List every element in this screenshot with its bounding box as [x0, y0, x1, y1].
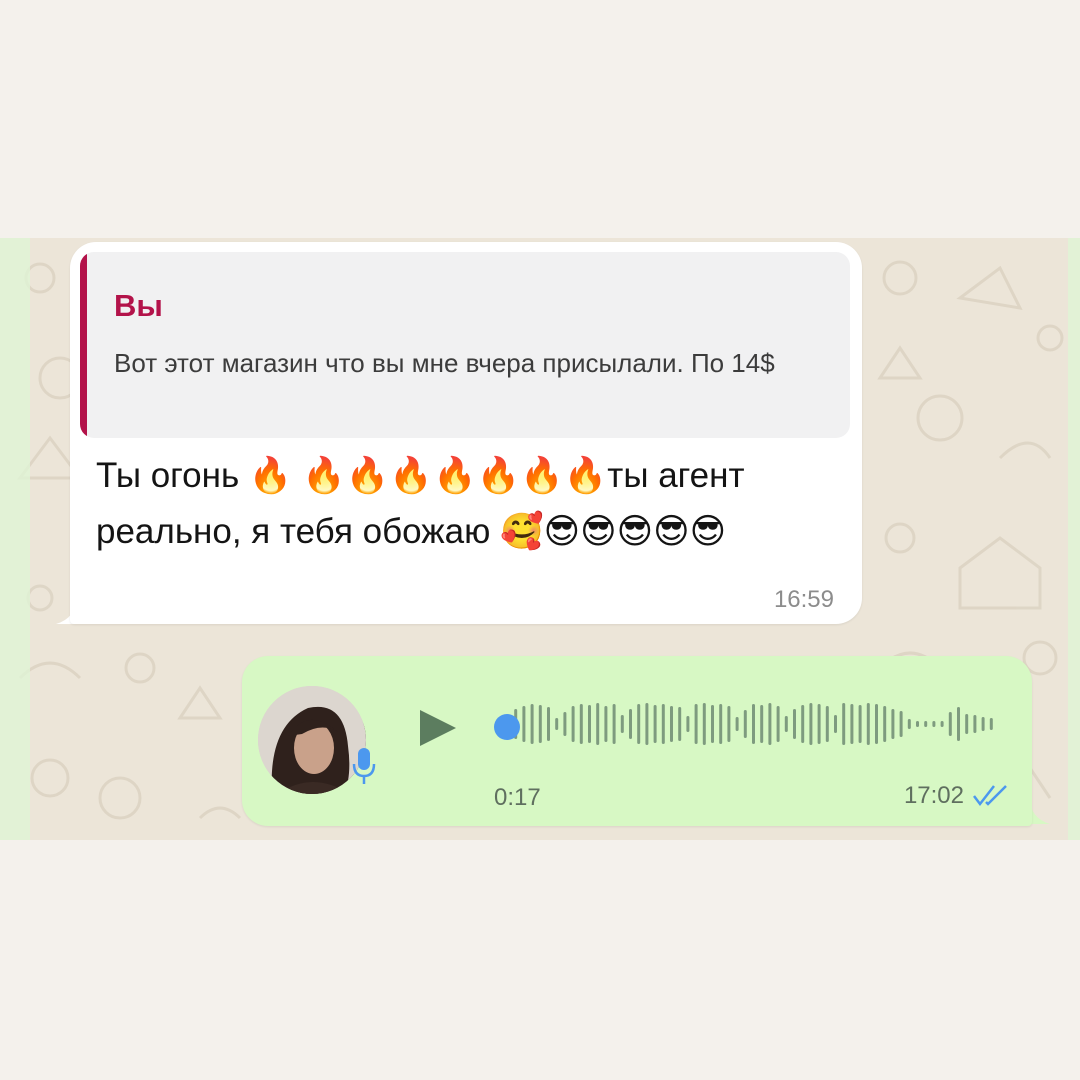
- message-time: 16:59: [773, 586, 834, 613]
- waveform-bar: [711, 705, 714, 743]
- waveform-bar: [866, 703, 870, 745]
- playback-progress-handle[interactable]: [494, 714, 520, 740]
- waveform-bar: [875, 704, 878, 744]
- waveform-bar: [899, 711, 903, 737]
- waveform-bar: [612, 704, 616, 744]
- left-edge: [0, 238, 30, 840]
- voice-message[interactable]: 0:17 17:02: [242, 656, 1032, 826]
- waveform-bar: [776, 706, 780, 742]
- chat-background: Вы Вот этот магазин что вы мне вчера при…: [0, 238, 1080, 840]
- waveform-bar: [834, 715, 837, 733]
- waveform-bar: [530, 704, 534, 744]
- waveform-bar: [694, 704, 698, 744]
- waveform-bar: [752, 704, 755, 744]
- waveform-bar: [842, 703, 846, 745]
- waveform-bar: [702, 703, 706, 745]
- waveform-bar: [538, 705, 542, 743]
- message-time-outgoing: 17:02: [903, 782, 964, 809]
- waveform-bar: [989, 718, 993, 730]
- waveform-bar: [907, 719, 911, 729]
- waveform-bar: [719, 704, 723, 744]
- waveform-bar: [850, 704, 854, 744]
- waveform-bar: [817, 704, 821, 744]
- waveform-bar: [809, 703, 813, 745]
- waveform-bar: [653, 705, 657, 743]
- waveform-bar: [563, 712, 567, 736]
- waveform-bar: [932, 721, 936, 727]
- waveform-bar: [686, 716, 690, 732]
- waveform-bar: [670, 706, 673, 742]
- quote-author: Вы: [114, 288, 163, 323]
- waveform-bar: [637, 704, 641, 744]
- play-icon[interactable]: [418, 708, 458, 748]
- waveform-bar: [916, 721, 919, 727]
- voice-duration: 0:17: [494, 784, 541, 811]
- waveform-bar: [588, 705, 591, 743]
- quote-accent-bar: [80, 252, 87, 438]
- waveform-bar: [735, 717, 739, 731]
- sender-avatar[interactable]: [258, 686, 366, 794]
- waveform-bar: [858, 705, 862, 743]
- waveform-bar: [948, 712, 952, 736]
- avatar-photo: [258, 686, 366, 794]
- waveform-bar: [727, 706, 731, 742]
- waveform-bar: [965, 714, 969, 734]
- waveform-bar: [760, 705, 764, 743]
- voice-waveform[interactable]: [494, 694, 994, 754]
- waveform-bar: [522, 706, 526, 742]
- waveform-bar: [678, 707, 682, 741]
- double-check-icon: [973, 785, 1007, 807]
- waveform-bar: [784, 716, 788, 732]
- quoted-message[interactable]: Вы Вот этот магазин что вы мне вчера при…: [80, 252, 850, 438]
- microphone-icon: [352, 748, 376, 784]
- message-text: Ты огонь 🔥 🔥🔥🔥🔥🔥🔥🔥ты агент реально, я те…: [96, 456, 745, 551]
- waveform-bar: [629, 709, 632, 739]
- incoming-message[interactable]: Вы Вот этот магазин что вы мне вчера при…: [70, 242, 862, 624]
- waveform-bar: [604, 706, 608, 742]
- right-edge: [1068, 238, 1080, 840]
- waveform-bar: [661, 704, 665, 744]
- waveform-bar: [793, 709, 796, 739]
- waveform-bar: [768, 703, 772, 745]
- waveform-bar: [620, 715, 624, 733]
- quote-text: Вот этот магазин что вы мне вчера присыл…: [114, 348, 775, 378]
- waveform-bar: [571, 706, 575, 742]
- waveform-bar: [981, 717, 985, 731]
- waveform-bar: [883, 706, 887, 742]
- waveform-bar: [801, 705, 805, 743]
- waveform-bar: [547, 707, 550, 741]
- waveform-bar: [973, 715, 977, 733]
- waveform-bar: [957, 707, 960, 741]
- waveform-bar: [940, 721, 944, 727]
- waveform-bar: [891, 709, 895, 739]
- waveform-bar: [924, 721, 928, 727]
- waveform-bar: [596, 703, 600, 745]
- waveform-bar: [825, 706, 829, 742]
- waveform-bar: [555, 718, 559, 730]
- waveform-bar: [645, 703, 649, 745]
- waveform-bar: [743, 710, 747, 738]
- waveform-bar: [579, 704, 583, 744]
